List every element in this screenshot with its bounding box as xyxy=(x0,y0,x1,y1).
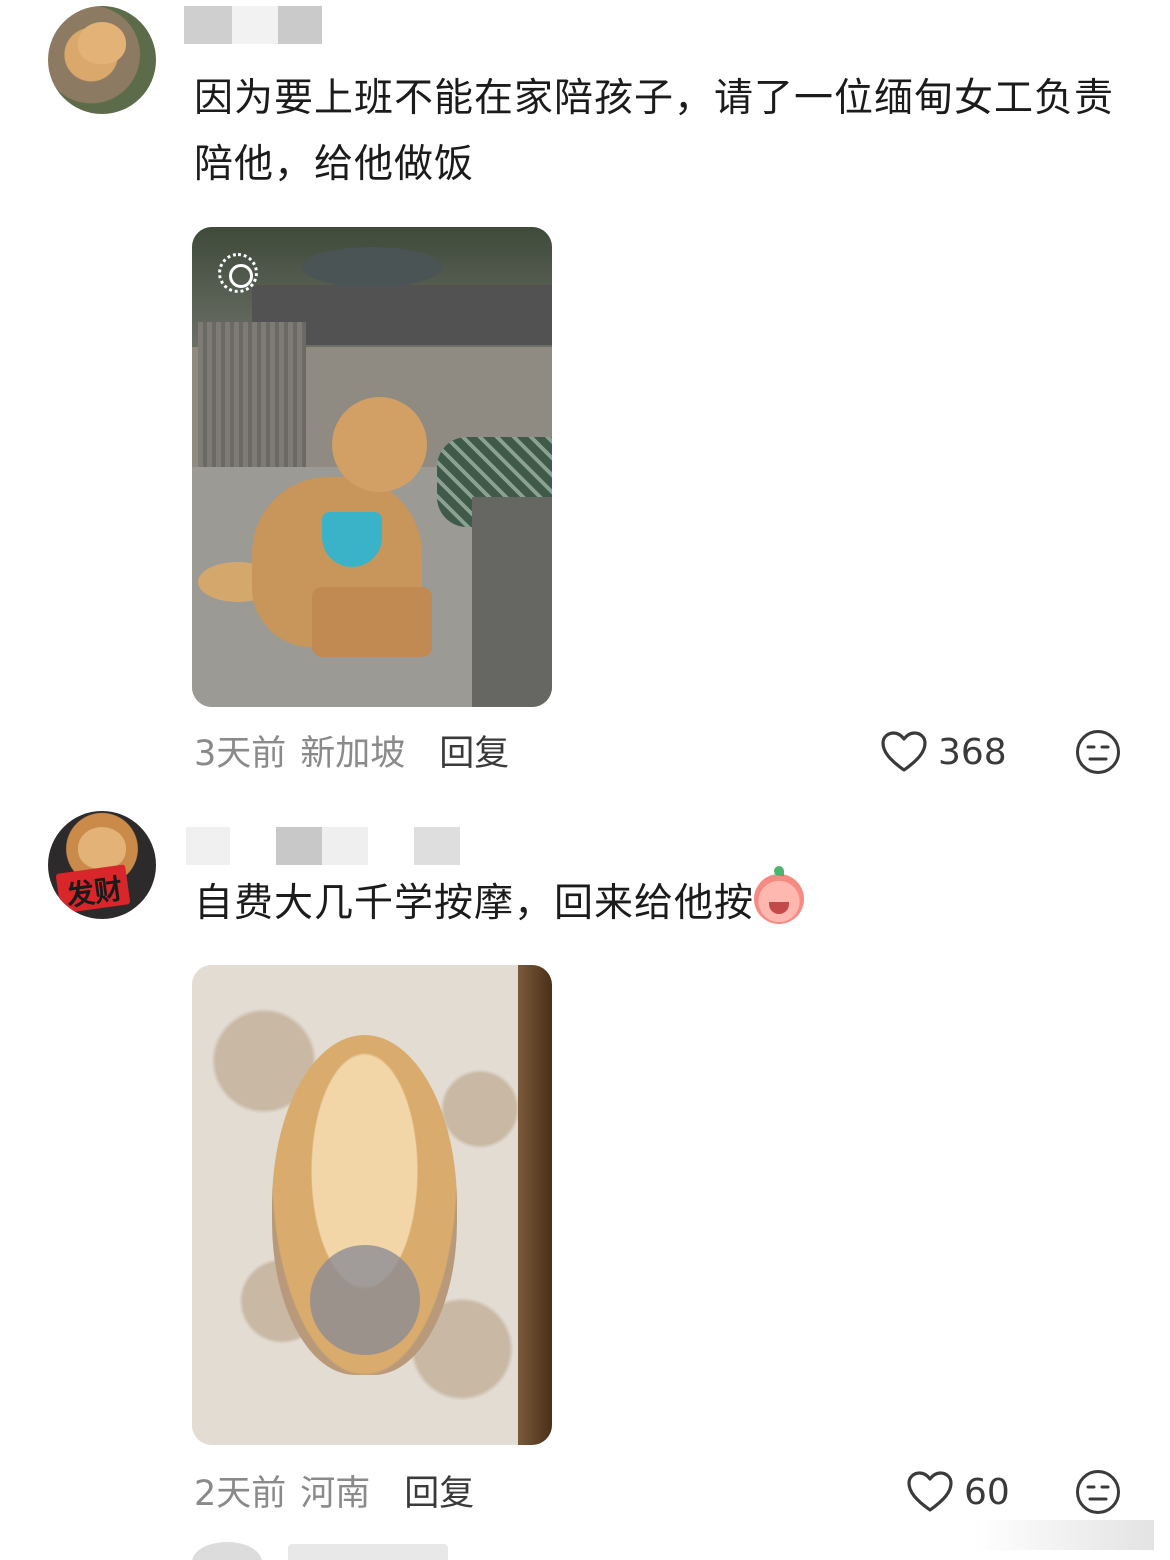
avatar[interactable] xyxy=(48,6,156,114)
comment-time: 2天前 xyxy=(194,1473,287,1514)
reply-button[interactable]: 回复 xyxy=(439,725,509,776)
comment-location: 新加坡 xyxy=(300,733,406,774)
redaction-block xyxy=(186,827,230,865)
redaction-block xyxy=(232,6,278,44)
watermark xyxy=(974,1520,1154,1550)
redaction-block xyxy=(230,827,276,865)
redaction-block xyxy=(276,827,322,865)
username-redacted[interactable] xyxy=(184,6,322,44)
comment-meta: 2天前 河南 回复 xyxy=(194,1465,474,1515)
photo-chair-edge xyxy=(518,965,552,1445)
like-button[interactable]: 60 xyxy=(906,1467,1010,1517)
username-redacted[interactable] xyxy=(288,1544,448,1560)
redaction-block xyxy=(368,827,414,865)
comment-text: 自费大几千学按摩，回来给他按 xyxy=(194,866,1124,937)
photo-bench xyxy=(472,497,552,707)
avatar-dog-face xyxy=(78,22,126,64)
redaction-block xyxy=(322,827,368,865)
avatar-banner-text: 发财 xyxy=(64,872,125,913)
avatar-red-banner: 发财 xyxy=(55,864,131,914)
like-count: 368 xyxy=(938,731,1007,773)
redaction-block xyxy=(278,6,322,44)
comment-item: 因为要上班不能在家陪孩子，请了一位缅甸女工负责陪他，给他做饭 3天前 新加坡 回… xyxy=(0,0,1170,790)
photo-planter xyxy=(198,322,306,482)
next-comment-peek xyxy=(192,1540,492,1560)
photo-dog-head xyxy=(332,397,427,492)
crying-laughing-emoji-icon xyxy=(754,866,805,924)
live-photo-icon[interactable] xyxy=(218,253,258,293)
like-button[interactable]: 368 xyxy=(880,727,1007,777)
photo-dog-legs xyxy=(312,587,432,657)
heart-icon xyxy=(907,1471,953,1512)
comment-location: 河南 xyxy=(300,1473,371,1514)
comment-list: 因为要上班不能在家陪孩子，请了一位缅甸女工负责陪他，给他做饭 3天前 新加坡 回… xyxy=(0,0,1170,1560)
comment-photo[interactable] xyxy=(192,965,552,1445)
comment-text-content: 自费大几千学按摩，回来给他按 xyxy=(194,881,755,926)
heart-icon xyxy=(881,731,927,772)
comment-time: 3天前 xyxy=(194,733,287,774)
comment-meta: 3天前 新加坡 回复 xyxy=(194,725,509,775)
redaction-block xyxy=(184,6,232,44)
redaction-block xyxy=(414,827,460,865)
comment-item: 发财 自费大几千学按摩，回来给他按 2天前 河南 回复 60 xyxy=(0,805,1170,1545)
comment-photo[interactable] xyxy=(192,227,552,707)
avatar[interactable] xyxy=(192,1542,262,1560)
dislike-face-icon[interactable] xyxy=(1075,1469,1121,1515)
avatar-dog-face xyxy=(78,827,126,869)
photo-dog-grey-patch xyxy=(310,1245,420,1355)
dislike-face-icon[interactable] xyxy=(1075,729,1121,775)
photo-table-top xyxy=(302,247,442,287)
reply-button[interactable]: 回复 xyxy=(404,1465,474,1516)
avatar[interactable]: 发财 xyxy=(48,811,156,919)
comment-text: 因为要上班不能在家陪孩子，请了一位缅甸女工负责陪他，给他做饭 xyxy=(194,76,1115,187)
like-count: 60 xyxy=(964,1471,1010,1513)
username-redacted[interactable] xyxy=(186,827,460,865)
